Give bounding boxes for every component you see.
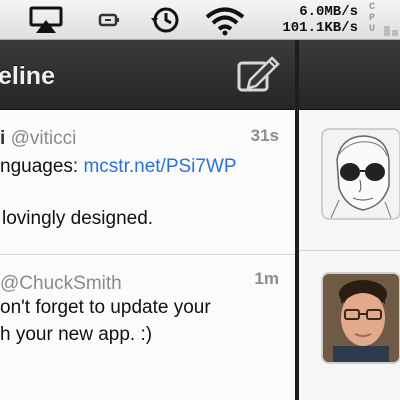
tweet-timestamp: 1m <box>254 269 279 288</box>
tweet-author: @ChuckSmith <box>0 273 122 295</box>
tweet-author: i @viticci <box>0 128 76 150</box>
wifi-icon[interactable] <box>204 6 246 36</box>
tweet-handle[interactable]: @ChuckSmith <box>0 273 122 294</box>
timeline-header: eline <box>0 40 400 110</box>
tweet-timestamp: 31s <box>250 126 279 145</box>
tweet-text-line: nguages: mcstr.net/PSi7WP <box>0 156 237 178</box>
upload-speed: 6.0MB/s <box>299 4 358 20</box>
tweet-text-line: h your new app. :) <box>0 324 153 345</box>
cpu-label: C P U <box>364 2 380 35</box>
tweet-link[interactable]: mcstr.net/PSi7WP <box>83 156 236 177</box>
network-speed-readout[interactable]: 6.0MB/s 101.1KB/s <box>266 4 358 36</box>
cpu-bar <box>384 26 390 36</box>
cpu-meter[interactable] <box>384 4 400 36</box>
tweet-text-line: lovingly designed. <box>2 208 154 229</box>
tweet-item[interactable]: @ChuckSmith 1m on't forget to update you… <box>0 255 295 400</box>
compose-icon <box>237 56 280 92</box>
sketch-avatar-sunglasses <box>330 135 392 218</box>
time-machine-icon[interactable] <box>150 6 182 34</box>
tweet-author-name: i <box>0 128 6 149</box>
compose-button[interactable] <box>234 56 280 94</box>
avatar[interactable] <box>321 128 400 220</box>
airplay-icon[interactable] <box>28 6 64 34</box>
page-title: eline <box>0 62 55 90</box>
cpu-bar <box>392 30 398 36</box>
divider <box>299 250 400 251</box>
cpu-letter-p: P <box>368 13 375 24</box>
detail-pane <box>299 110 400 400</box>
photo-avatar-man-glasses <box>323 274 399 362</box>
tweet-item[interactable]: i @viticci 31s nguages: mcstr.net/PSi7WP… <box>0 110 295 255</box>
tweet-text-line: on't forget to update your <box>0 297 211 318</box>
cpu-letter-u: U <box>368 24 375 35</box>
download-speed: 101.1KB/s <box>282 20 358 36</box>
avatar[interactable] <box>321 272 400 364</box>
timeline-list: i @viticci 31s nguages: mcstr.net/PSi7WP… <box>0 110 295 400</box>
tweet-handle[interactable]: @viticci <box>11 128 77 149</box>
cpu-letter-c: C <box>368 2 375 13</box>
tweet-text: nguages: <box>0 156 84 177</box>
battery-plug-icon[interactable] <box>96 6 124 34</box>
menu-bar: 6.0MB/s 101.1KB/s C P U <box>0 0 400 40</box>
